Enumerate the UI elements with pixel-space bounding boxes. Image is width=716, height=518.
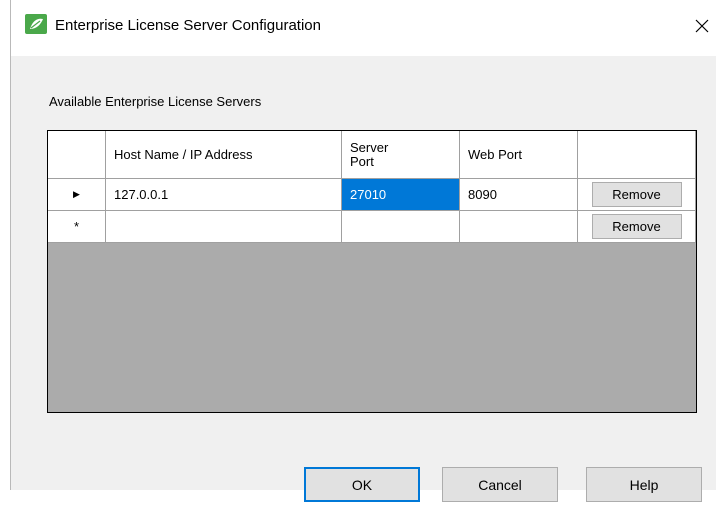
remove-cell: Remove <box>578 211 696 243</box>
remove-cell: Remove <box>578 179 696 211</box>
column-header-server-port[interactable]: Server Port <box>342 131 460 179</box>
remove-button[interactable]: Remove <box>591 182 682 207</box>
servers-section-label: Available Enterprise License Servers <box>49 94 262 109</box>
host-cell[interactable] <box>106 211 342 243</box>
new-row-asterisk-icon: * <box>73 219 80 234</box>
column-header-web-port-label: Web Port <box>468 147 522 162</box>
column-header-host-label: Host Name / IP Address <box>114 147 253 162</box>
table-row[interactable]: ▶ 127.0.0.1 27010 8090 Remove <box>48 179 696 211</box>
header-row-selector <box>48 131 106 179</box>
row-indicator[interactable]: ▶ <box>48 179 106 211</box>
close-icon <box>695 19 709 33</box>
dialog-window: Enterprise License Server Configuration … <box>10 0 716 502</box>
cancel-button[interactable]: Cancel <box>442 467 558 502</box>
close-button[interactable] <box>687 12 716 40</box>
window-title: Enterprise License Server Configuration <box>55 17 321 34</box>
row-indicator[interactable]: * <box>48 211 106 243</box>
table-row[interactable]: * Remove <box>48 211 696 243</box>
web-port-cell[interactable]: 8090 <box>460 179 578 211</box>
title-bar: Enterprise License Server Configuration <box>11 0 716 56</box>
server-port-line1: Server <box>350 139 389 155</box>
help-button[interactable]: Help <box>586 467 702 502</box>
host-cell[interactable]: 127.0.0.1 <box>106 179 342 211</box>
web-port-cell[interactable] <box>460 211 578 243</box>
server-port-line2: Port <box>350 153 374 169</box>
grid-header-row: Host Name / IP Address Server Port Web P… <box>48 131 696 179</box>
ok-button[interactable]: OK <box>304 467 420 502</box>
servers-grid[interactable]: Host Name / IP Address Server Port Web P… <box>47 130 697 413</box>
column-header-host[interactable]: Host Name / IP Address <box>106 131 342 179</box>
remove-button[interactable]: Remove <box>591 214 682 239</box>
server-port-cell[interactable]: 27010 <box>342 179 460 211</box>
server-port-cell[interactable] <box>342 211 460 243</box>
current-row-arrow-icon: ▶ <box>73 189 80 199</box>
column-header-server-port-label: Server Port <box>350 139 389 169</box>
column-header-web-port[interactable]: Web Port <box>460 131 578 179</box>
app-leaf-icon <box>25 14 47 34</box>
column-header-action <box>578 131 696 179</box>
